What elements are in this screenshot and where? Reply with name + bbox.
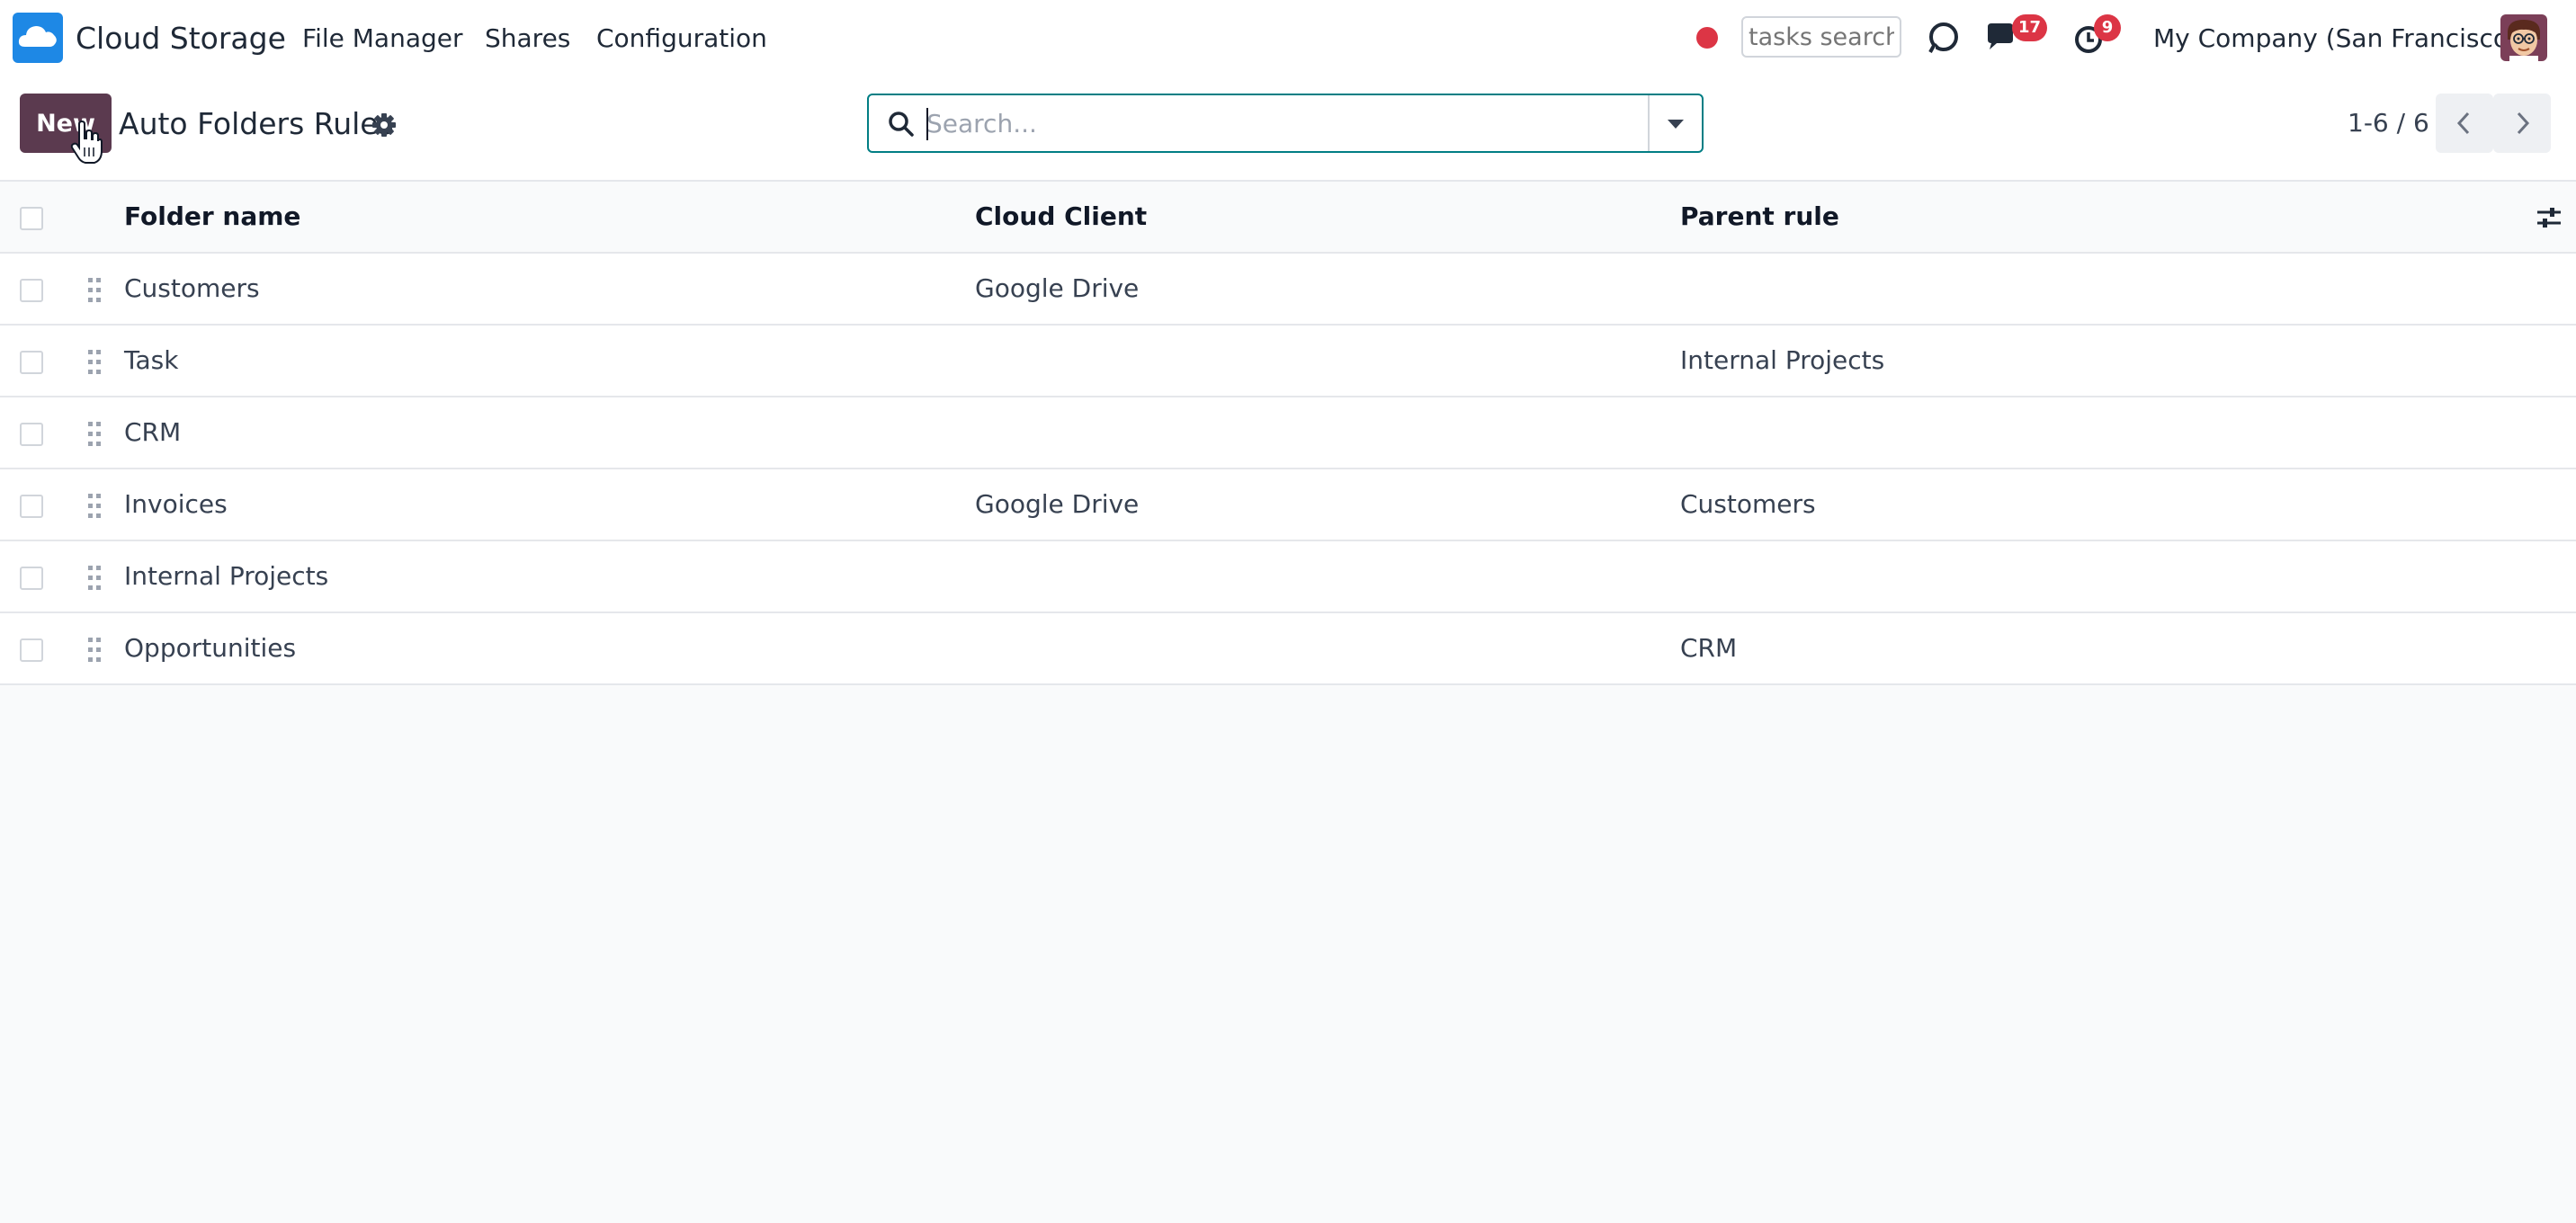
chevron-left-icon (2456, 112, 2470, 135)
drag-handle-icon[interactable] (86, 419, 103, 448)
company-switcher[interactable]: My Company (San Francisco) (2153, 20, 2518, 58)
drag-handle-icon[interactable] (86, 491, 103, 520)
search-options-toggle[interactable] (1648, 95, 1702, 151)
record-dot-icon[interactable] (1696, 27, 1718, 49)
chevron-right-icon (2517, 112, 2530, 135)
row-checkbox[interactable] (20, 495, 43, 518)
search-input[interactable] (926, 103, 1610, 144)
messages-badge: 17 (2012, 14, 2048, 41)
text-caret (926, 108, 928, 140)
column-header-parent-rule[interactable]: Parent rule (1680, 182, 1839, 252)
drag-handle-icon[interactable] (86, 275, 103, 304)
drag-handle-icon[interactable] (86, 347, 103, 376)
cell-folder-name: Internal Projects (124, 561, 329, 591)
user-avatar[interactable] (2500, 14, 2547, 61)
gear-icon[interactable] (371, 112, 398, 138)
menu-shares[interactable]: Shares (485, 20, 570, 58)
discuss-icon[interactable] (1925, 20, 1961, 56)
table-row[interactable]: Internal Projects (0, 541, 2576, 613)
table-body: Customers Google Drive Task Internal Projec… (0, 254, 2576, 685)
table-row[interactable]: Invoices Google Drive Customers (0, 469, 2576, 541)
table-row[interactable]: Opportunities CRM (0, 613, 2576, 685)
pager-previous-button[interactable] (2436, 94, 2493, 153)
row-checkbox[interactable] (20, 351, 43, 374)
table-row[interactable]: Customers Google Drive (0, 254, 2576, 326)
cell-folder-name: Invoices (124, 489, 228, 519)
drag-handle-icon[interactable] (86, 563, 103, 592)
tasks-search-input[interactable] (1741, 16, 1901, 58)
row-checkbox[interactable] (20, 423, 43, 446)
menu-configuration[interactable]: Configuration (596, 20, 767, 58)
table-row[interactable]: CRM (0, 397, 2576, 469)
cell-folder-name: Opportunities (124, 633, 297, 663)
search-icon (887, 110, 916, 138)
row-checkbox[interactable] (20, 567, 43, 590)
cell-cloud-client: Google Drive (975, 273, 1140, 303)
column-header-cloud-client[interactable]: Cloud Client (975, 182, 1147, 252)
cell-parent-rule: Customers (1680, 489, 1816, 519)
cell-cloud-client: Google Drive (975, 489, 1140, 519)
rules-table: Folder name Cloud Client Parent rule Cus… (0, 182, 2576, 685)
cell-folder-name: Customers (124, 273, 260, 303)
cell-folder-name: Task (124, 345, 179, 375)
cloud-logo-icon[interactable] (13, 13, 63, 63)
caret-down-icon (1668, 120, 1684, 129)
search-bar (867, 94, 1704, 153)
activities-badge: 9 (2094, 14, 2121, 41)
page-title: Auto Folders Rules (119, 106, 394, 141)
table-header-row: Folder name Cloud Client Parent rule (0, 182, 2576, 254)
cell-parent-rule: Internal Projects (1680, 345, 1885, 375)
hand-cursor-icon (70, 120, 103, 165)
cell-folder-name: CRM (124, 417, 182, 447)
pager-value[interactable]: 1-6 / 6 (2348, 105, 2429, 141)
row-checkbox[interactable] (20, 279, 43, 302)
row-checkbox[interactable] (20, 638, 43, 662)
cell-parent-rule: CRM (1680, 633, 1738, 663)
column-settings-icon[interactable] (2535, 203, 2563, 232)
app-name[interactable]: Cloud Storage (76, 18, 286, 59)
table-row[interactable]: Task Internal Projects (0, 326, 2576, 397)
menu-file-manager[interactable]: File Manager (302, 20, 463, 58)
select-all-checkbox[interactable] (20, 207, 43, 230)
drag-handle-icon[interactable] (86, 635, 103, 664)
top-navbar: Cloud Storage File Manager Shares Config… (0, 0, 2576, 77)
column-header-folder-name[interactable]: Folder name (124, 182, 300, 252)
pager-next-button[interactable] (2493, 94, 2551, 153)
